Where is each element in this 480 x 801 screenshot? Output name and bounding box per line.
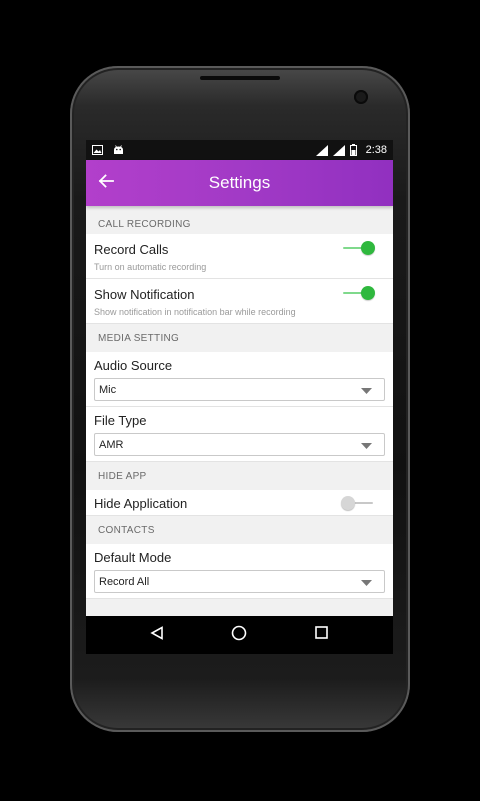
dropdown-caret-icon xyxy=(361,573,372,591)
default-mode-row: Default Mode Record All xyxy=(86,544,393,599)
recents-square-icon xyxy=(315,626,329,644)
nav-back-button[interactable] xyxy=(137,616,177,654)
record-calls-summary: Turn on automatic recording xyxy=(94,262,207,272)
audio-source-select[interactable]: Mic xyxy=(94,378,385,401)
section-header-hide-app: HIDE APP xyxy=(98,470,147,482)
show-notification-toggle[interactable] xyxy=(341,285,375,301)
settings-list: CALL RECORDING Record Calls Turn on auto… xyxy=(86,206,393,616)
audio-source-value: Mic xyxy=(99,383,117,396)
screen: 2:38 Settings CALL RECORDING Record Call… xyxy=(86,140,393,654)
battery-icon xyxy=(349,144,357,156)
hide-application-row[interactable]: Hide Application xyxy=(86,490,393,516)
show-notification-title: Show Notification xyxy=(94,287,195,302)
audio-source-row: Audio Source Mic xyxy=(86,352,393,407)
status-time: 2:38 xyxy=(365,144,387,156)
show-notification-row[interactable]: Show Notification Show notification in n… xyxy=(86,279,393,324)
show-notification-summary: Show notification in notification bar wh… xyxy=(94,307,296,317)
dropdown-caret-icon xyxy=(361,381,372,399)
arrow-back-icon xyxy=(98,173,114,193)
android-icon xyxy=(113,145,124,155)
file-type-title: File Type xyxy=(94,413,147,428)
hide-application-title: Hide Application xyxy=(94,496,188,511)
back-button[interactable] xyxy=(86,160,126,206)
toggle-thumb xyxy=(361,241,375,255)
file-type-select[interactable]: AMR xyxy=(94,433,385,456)
dropdown-caret-icon xyxy=(361,436,372,454)
status-bar: 2:38 xyxy=(86,140,393,160)
hide-application-toggle[interactable] xyxy=(341,495,375,511)
section-header-media-setting: MEDIA SETTING xyxy=(98,332,180,344)
signal-icon xyxy=(332,144,345,156)
default-mode-select[interactable]: Record All xyxy=(94,570,385,593)
page-title: Settings xyxy=(208,173,271,192)
default-mode-title: Default Mode xyxy=(94,550,172,565)
home-circle-icon xyxy=(231,625,247,646)
signal-icon xyxy=(315,144,328,156)
audio-source-title: Audio Source xyxy=(94,358,173,373)
phone-camera xyxy=(354,90,368,104)
record-calls-row[interactable]: Record Calls Turn on automatic recording xyxy=(86,234,393,279)
record-calls-title: Record Calls xyxy=(94,242,169,257)
back-triangle-icon xyxy=(150,625,164,645)
section-header-contacts: CONTACTS xyxy=(98,524,155,536)
toggle-thumb xyxy=(341,496,355,510)
section-header-call-recording: CALL RECORDING xyxy=(98,218,191,230)
record-calls-toggle[interactable] xyxy=(341,240,375,256)
navigation-bar xyxy=(86,616,393,654)
app-bar: Settings xyxy=(86,160,393,206)
phone-speaker xyxy=(200,76,280,80)
image-icon xyxy=(92,145,103,155)
default-mode-value: Record All xyxy=(99,575,150,588)
file-type-value: AMR xyxy=(99,438,124,451)
nav-recents-button[interactable] xyxy=(302,616,342,654)
file-type-row: File Type AMR xyxy=(86,407,393,462)
toggle-thumb xyxy=(361,286,375,300)
nav-home-button[interactable] xyxy=(219,616,259,654)
